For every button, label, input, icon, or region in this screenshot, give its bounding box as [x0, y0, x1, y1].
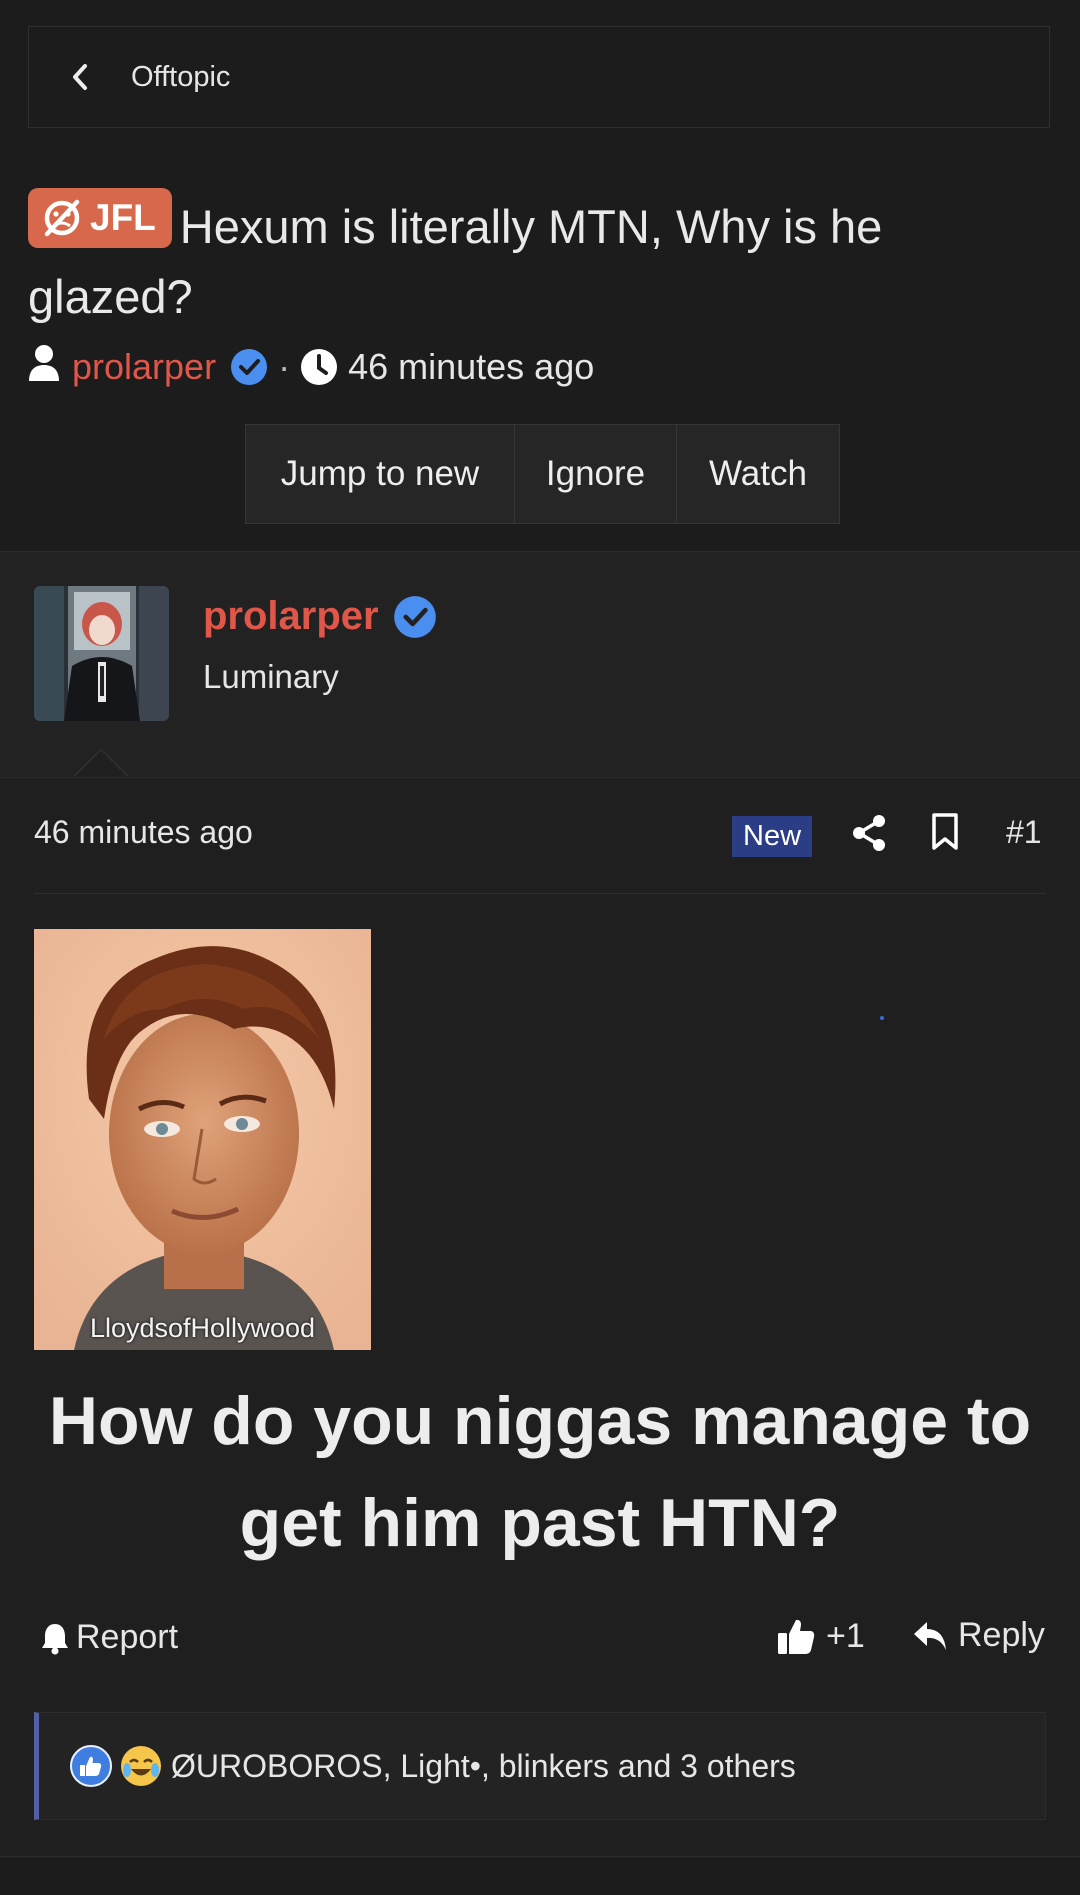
divider	[34, 893, 1046, 894]
report-label: Report	[76, 1618, 179, 1656]
avatar[interactable]	[34, 586, 169, 721]
post-image[interactable]: LloydsofHollywood	[34, 929, 371, 1350]
bell-icon	[40, 1621, 70, 1655]
breadcrumb-label[interactable]: Offtopic	[131, 61, 230, 94]
no-smile-icon	[44, 199, 80, 237]
ignore-button[interactable]: Ignore	[515, 425, 677, 523]
clock-icon	[300, 348, 338, 386]
prefix-label: JFL	[90, 197, 156, 238]
jump-to-new-button[interactable]: Jump to new	[246, 425, 515, 523]
new-badge: New	[732, 816, 813, 857]
reply-label: Reply	[958, 1616, 1045, 1654]
chevron-left-icon	[69, 62, 129, 92]
reply-button[interactable]: Reply	[912, 1616, 1045, 1655]
reaction-icons	[69, 1744, 163, 1788]
reactions-summary[interactable]: ØUROBOROS, Light•, blinkers and 3 others	[171, 1748, 796, 1785]
post-body-text: How do you niggas manage to get him past…	[48, 1383, 1032, 1561]
page-title: JFL Hexum is literally MTN, Why is he gl…	[28, 188, 1050, 332]
like-button[interactable]: +1	[776, 1616, 865, 1656]
thread-author-link[interactable]: prolarper	[72, 346, 216, 388]
meta-separator: ·	[278, 346, 291, 387]
thumbs-up-icon	[776, 1616, 816, 1656]
like-reaction-icon	[69, 1744, 113, 1788]
image-watermark: LloydsofHollywood	[89, 1313, 316, 1343]
breadcrumb[interactable]: Offtopic	[28, 26, 1050, 128]
post-number[interactable]: #1	[1006, 814, 1042, 851]
blue-dot	[880, 1016, 884, 1020]
laughing-crying-icon	[119, 1744, 163, 1788]
user-title: Luminary	[203, 658, 339, 695]
thread-meta: prolarper · 46 minutes ago	[28, 342, 594, 392]
post: 46 minutes ago New #1 LloydsofHollywood …	[0, 778, 1080, 1858]
bookmark-icon[interactable]	[930, 812, 960, 857]
verified-icon	[393, 595, 437, 639]
share-icon[interactable]	[852, 814, 886, 857]
user-icon	[28, 344, 60, 391]
thread-actions: Jump to new Ignore Watch	[245, 424, 840, 524]
reactions-bar[interactable]: ØUROBOROS, Light•, blinkers and 3 others	[34, 1712, 1046, 1820]
thread-header: JFL Hexum is literally MTN, Why is he gl…	[28, 188, 1050, 332]
verified-icon	[230, 348, 268, 386]
like-count: +1	[826, 1616, 865, 1655]
panel-arrow-inner	[75, 751, 127, 777]
post-author: prolarper	[203, 594, 437, 639]
watch-button[interactable]: Watch	[677, 425, 839, 523]
divider	[0, 1856, 1080, 1857]
report-button[interactable]: Report	[40, 1618, 178, 1657]
post-user-panel: prolarper Luminary	[0, 552, 1080, 778]
post-author-link[interactable]: prolarper	[203, 594, 379, 639]
post-time[interactable]: 46 minutes ago	[34, 814, 253, 851]
thread-time: 46 minutes ago	[348, 346, 595, 387]
thread-prefix[interactable]: JFL	[28, 188, 172, 248]
reply-icon	[912, 1620, 948, 1652]
